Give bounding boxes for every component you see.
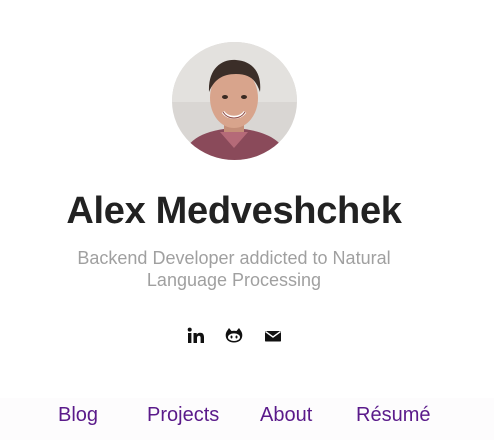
profile-photo-icon — [172, 42, 297, 160]
nav-blog-link[interactable]: Blog — [58, 402, 98, 428]
email-link[interactable] — [263, 326, 283, 346]
tagline-line-2: Language Processing — [146, 270, 322, 290]
nav-projects-link[interactable]: Projects — [147, 402, 219, 428]
social-links — [0, 326, 468, 346]
profile-name: Alex Medveshchek — [66, 190, 402, 232]
nav-about-link[interactable]: About — [260, 402, 312, 428]
nav-resume-link[interactable]: Résumé — [356, 402, 430, 428]
tagline-line-1: Backend Developer addicted to Natural — [77, 248, 391, 268]
profile-page: Alex Medveshchek Backend Developer addic… — [0, 0, 494, 440]
main-nav: Blog Projects About Résumé — [0, 398, 494, 440]
avatar — [172, 42, 297, 160]
linkedin-icon — [187, 327, 204, 343]
github-icon — [225, 328, 243, 343]
email-icon — [265, 331, 281, 342]
linkedin-link[interactable] — [186, 326, 206, 346]
profile-tagline: Backend Developer addicted to Natural La… — [0, 247, 468, 291]
github-link[interactable] — [224, 326, 244, 346]
